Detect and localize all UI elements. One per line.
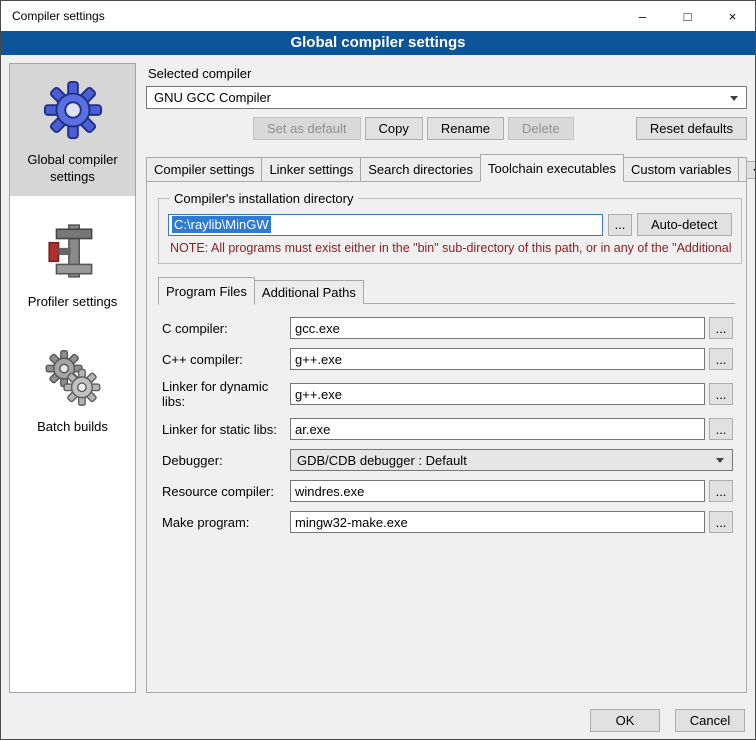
page-title: Global compiler settings	[1, 31, 755, 55]
compiler-settings-window: Compiler settings – □ × Global compiler …	[0, 0, 756, 740]
clamp-tool-icon	[40, 219, 106, 285]
titlebar: Compiler settings – □ ×	[1, 1, 755, 31]
field-label: Resource compiler:	[162, 484, 290, 499]
close-button[interactable]: ×	[710, 1, 755, 31]
sidebar-item-global-compiler-settings[interactable]: Global compiler settings	[10, 64, 135, 196]
tab-compiler-settings[interactable]: Compiler settings	[146, 157, 262, 181]
tab-linker-settings[interactable]: Linker settings	[261, 157, 361, 181]
maximize-button[interactable]: □	[665, 1, 710, 31]
blue-gear-icon	[40, 77, 106, 143]
dialog-body: Global compiler settings Profiler settin…	[1, 55, 755, 701]
install-dir-input[interactable]: C:\raylib\MinGW	[168, 214, 603, 236]
resource-compiler-row: Resource compiler: ...	[162, 480, 733, 502]
field-label: Debugger:	[162, 453, 290, 468]
window-title: Compiler settings	[1, 9, 620, 23]
main-panel: Selected compiler GNU GCC Compiler Set a…	[146, 63, 747, 693]
install-dir-group-title: Compiler's installation directory	[170, 191, 358, 206]
compiler-dropdown[interactable]: GNU GCC Compiler	[146, 86, 747, 109]
install-dir-selected-text: C:\raylib\MinGW	[172, 216, 271, 233]
set-as-default-button: Set as default	[253, 117, 361, 140]
gray-gears-icon	[40, 344, 106, 410]
browse-button[interactable]: ...	[709, 383, 733, 405]
toolchain-panel: Compiler's installation directory C:\ray…	[146, 181, 747, 693]
subtab-additional-paths[interactable]: Additional Paths	[254, 280, 364, 304]
static-linker-row: Linker for static libs: ...	[162, 418, 733, 440]
tab-search-directories[interactable]: Search directories	[360, 157, 481, 181]
sidebar-item-batch-builds[interactable]: Batch builds	[10, 331, 135, 446]
program-files-panel: C compiler: ... C++ compiler: ... Linker…	[158, 303, 735, 682]
copy-button[interactable]: Copy	[365, 117, 423, 140]
browse-button[interactable]: ...	[709, 317, 733, 339]
field-label: Linker for static libs:	[162, 422, 290, 437]
static-linker-input[interactable]	[290, 418, 705, 440]
chevron-down-icon	[730, 96, 738, 101]
browse-button[interactable]: ...	[709, 511, 733, 533]
tab-scroll-left-icon[interactable]: ◄	[746, 161, 755, 179]
autodetect-button[interactable]: Auto-detect	[637, 213, 732, 236]
install-dir-note: NOTE: All programs must exist either in …	[170, 241, 732, 255]
settings-tabstrip: Compiler settings Linker settings Search…	[146, 154, 747, 181]
cpp-compiler-row: C++ compiler: ...	[162, 348, 733, 370]
tab-scroll-buttons: ◄ ►	[746, 161, 755, 181]
dialog-footer: OK Cancel	[1, 701, 755, 739]
selected-compiler-label: Selected compiler	[148, 66, 747, 81]
make-program-row: Make program: ...	[162, 511, 733, 533]
minimize-button[interactable]: –	[620, 1, 665, 31]
program-files-tabstrip: Program Files Additional Paths	[158, 277, 735, 304]
field-label: Linker for dynamic libs:	[162, 379, 290, 409]
compiler-dropdown-value: GNU GCC Compiler	[154, 90, 271, 105]
make-program-input[interactable]	[290, 511, 705, 533]
debugger-dropdown-value: GDB/CDB debugger : Default	[297, 453, 467, 468]
cancel-button[interactable]: Cancel	[675, 709, 745, 732]
tab-toolchain-executables[interactable]: Toolchain executables	[480, 154, 624, 182]
compiler-actions: Set as default Copy Rename Delete Reset …	[146, 117, 747, 140]
debugger-dropdown[interactable]: GDB/CDB debugger : Default	[290, 449, 733, 471]
resource-compiler-input[interactable]	[290, 480, 705, 502]
chevron-down-icon	[716, 458, 724, 463]
delete-button: Delete	[508, 117, 574, 140]
field-label: Make program:	[162, 515, 290, 530]
sidebar-item-profiler-settings[interactable]: Profiler settings	[10, 206, 135, 321]
sidebar-item-label: Global compiler settings	[14, 152, 131, 186]
ok-button[interactable]: OK	[590, 709, 660, 732]
tab-custom-variables[interactable]: Custom variables	[623, 157, 739, 181]
field-label: C++ compiler:	[162, 352, 290, 367]
browse-button[interactable]: ...	[709, 418, 733, 440]
settings-sidebar: Global compiler settings Profiler settin…	[9, 63, 136, 693]
install-dir-row: C:\raylib\MinGW ... Auto-detect	[168, 213, 732, 236]
c-compiler-row: C compiler: ...	[162, 317, 733, 339]
reset-defaults-button[interactable]: Reset defaults	[636, 117, 747, 140]
cpp-compiler-input[interactable]	[290, 348, 705, 370]
debugger-row: Debugger: GDB/CDB debugger : Default	[162, 449, 733, 471]
browse-button[interactable]: ...	[709, 480, 733, 502]
subtab-program-files[interactable]: Program Files	[158, 277, 255, 305]
field-label: C compiler:	[162, 321, 290, 336]
sidebar-item-label: Batch builds	[37, 419, 108, 436]
sidebar-item-label: Profiler settings	[28, 294, 118, 311]
install-dir-browse-button[interactable]: ...	[608, 214, 632, 236]
browse-button[interactable]: ...	[709, 348, 733, 370]
dynamic-linker-input[interactable]	[290, 383, 705, 405]
c-compiler-input[interactable]	[290, 317, 705, 339]
dynamic-linker-row: Linker for dynamic libs: ...	[162, 379, 733, 409]
rename-button[interactable]: Rename	[427, 117, 504, 140]
install-dir-group: Compiler's installation directory C:\ray…	[158, 191, 742, 264]
